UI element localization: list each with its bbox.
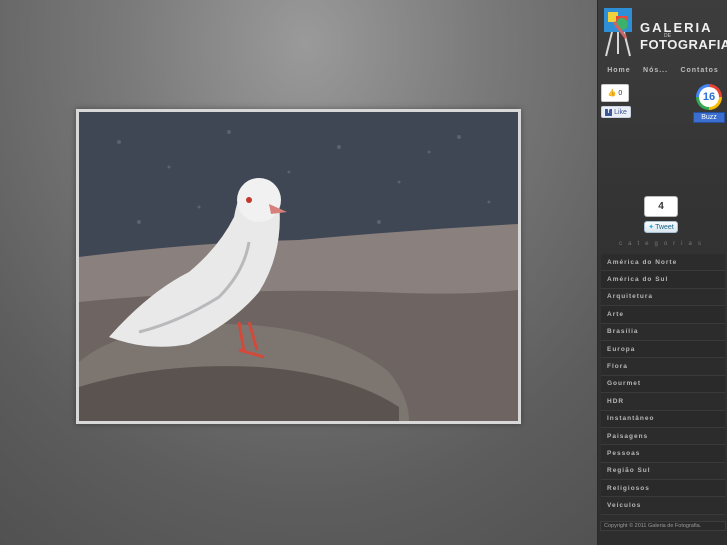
facebook-like-button[interactable]: f Like xyxy=(601,106,631,118)
tweet-widget: 4 ✦ Tweet xyxy=(644,196,680,236)
category-item-gourmet[interactable]: Gourmet xyxy=(601,375,725,394)
nav-link-home[interactable]: Home xyxy=(607,67,630,79)
categories-heading: categorias xyxy=(619,241,707,247)
category-item-america-do-sul[interactable]: América do Sul xyxy=(601,271,725,289)
pigeon-photo-illustration xyxy=(79,112,518,421)
facebook-logo-icon: f xyxy=(605,108,613,116)
facebook-like-count-box: 👍 0 xyxy=(601,84,629,102)
category-item-america-do-norte[interactable]: América do Norte xyxy=(601,254,725,272)
footer-copyright: Copyright © 2011 Galeria de Fotografia. xyxy=(600,521,726,531)
category-item-arquitetura[interactable]: Arquitetura xyxy=(601,288,725,307)
site-logo[interactable]: GALERIA DE FOTOGRAFIA xyxy=(602,4,727,60)
category-item-pessoas[interactable]: Pessoas xyxy=(601,445,725,463)
facebook-like-widget: 👍 0 f Like xyxy=(601,84,631,120)
nav-link-nos[interactable]: Nós... xyxy=(643,67,668,79)
sidebar: GALERIA DE FOTOGRAFIA Home Nós... Contat… xyxy=(597,0,727,545)
category-item-brasilia[interactable]: Brasília xyxy=(601,323,725,341)
logo-title-fotografia: FOTOGRAFIA xyxy=(640,37,727,52)
tweet-button[interactable]: ✦ Tweet xyxy=(644,221,678,233)
nav-link-contatos[interactable]: Contatos xyxy=(680,67,718,79)
buzz-icon: 16 xyxy=(696,84,722,110)
categories-list: América do Norte América do Sul Arquitet… xyxy=(601,254,725,515)
category-item-religiosos[interactable]: Religiosos xyxy=(601,480,725,498)
featured-photo-pigeon[interactable] xyxy=(79,112,518,421)
category-item-veiculos[interactable]: Veículos xyxy=(601,497,725,515)
featured-photo-frame[interactable] xyxy=(76,109,521,424)
facebook-like-label: Like xyxy=(614,108,627,116)
category-item-europa[interactable]: Europa xyxy=(601,340,725,359)
logo-easel-icon xyxy=(604,8,632,57)
photo-pigeon-eye xyxy=(246,197,252,203)
category-item-arte[interactable]: Arte xyxy=(601,306,725,324)
twitter-bird-icon: ✦ xyxy=(648,224,655,231)
photo-pigeon-head xyxy=(237,178,281,222)
category-item-flora[interactable]: Flora xyxy=(601,358,725,376)
logo-title-galeria: GALERIA xyxy=(640,20,713,35)
category-item-regiao-sul[interactable]: Região Sul xyxy=(601,462,725,481)
category-item-hdr[interactable]: HDR xyxy=(601,393,725,411)
tweet-count: 4 xyxy=(644,196,678,217)
buzz-count: 16 xyxy=(699,87,719,107)
tweet-label: Tweet xyxy=(655,223,674,231)
category-item-paisagens[interactable]: Paisagens xyxy=(601,427,725,446)
buzz-widget: 16 Buzz xyxy=(693,84,725,126)
category-item-instantaneo[interactable]: Instantâneo xyxy=(601,410,725,428)
top-navigation: Home Nós... Contatos xyxy=(598,67,727,79)
buzz-button[interactable]: Buzz xyxy=(693,112,725,123)
facebook-thumb-icon: 👍 xyxy=(607,90,617,97)
facebook-like-count: 0 xyxy=(618,89,623,97)
